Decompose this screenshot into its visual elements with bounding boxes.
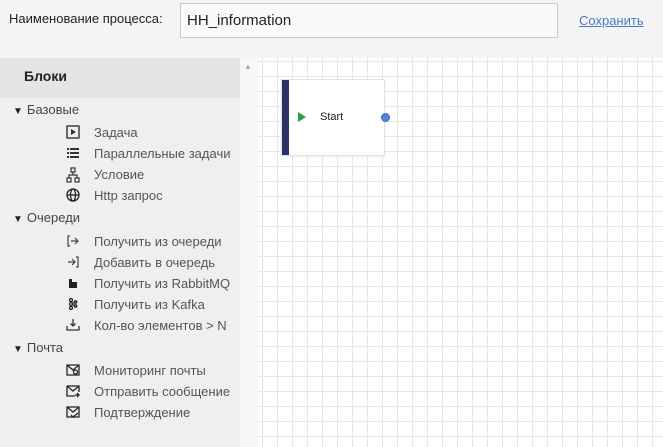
block-item-add-to-queue[interactable]: Добавить в очередь (66, 252, 215, 272)
group-label: Почта (26, 340, 64, 355)
rabbitmq-icon (66, 276, 80, 290)
mail-search-icon (66, 363, 80, 377)
block-item-label: Получить из очереди (94, 233, 222, 249)
block-item-parallel-tasks[interactable]: Параллельные задачи (66, 143, 230, 163)
node-color-bar (282, 80, 289, 155)
globe-icon (66, 188, 80, 202)
sidebar-title: Блоки (24, 68, 67, 84)
output-port[interactable] (381, 113, 390, 122)
kafka-icon (66, 297, 80, 311)
play-icon (298, 112, 306, 122)
sidebar-scrollbar[interactable]: ▲ (240, 58, 258, 447)
count-tray-icon (66, 318, 80, 332)
mail-send-icon (66, 384, 80, 398)
block-item-label: Задача (94, 124, 138, 140)
block-item-get-from-kafka[interactable]: Получить из Kafka (66, 294, 205, 314)
group-label: Базовые (26, 102, 80, 117)
block-item-mail-monitoring[interactable]: Мониторинг почты (66, 360, 206, 380)
play-box-icon (66, 125, 80, 139)
arrow-out-icon (66, 234, 80, 248)
block-item-send-message[interactable]: Отправить сообщение (66, 381, 230, 401)
process-name-label: Наименование процесса: (9, 11, 163, 26)
block-item-label: Получить из Kafka (94, 296, 205, 312)
node-label: Start (320, 111, 344, 123)
block-item-condition[interactable]: Условие (66, 164, 144, 184)
block-item-label: Отправить сообщение (94, 383, 231, 399)
group-queues[interactable]: ▼ Очереди (13, 210, 80, 225)
caret-down-icon[interactable]: ▼ (13, 214, 23, 225)
block-item-label: Добавить в очередь (94, 254, 216, 270)
block-item-http-request[interactable]: Http запрос (66, 185, 163, 205)
block-item-label: Получить из RabbitMQ (94, 275, 231, 291)
block-item-confirmation[interactable]: Подтверждение (66, 402, 190, 422)
start-node[interactable]: Start (281, 79, 390, 156)
mail-check-icon (66, 405, 80, 419)
save-link[interactable]: Сохранить (579, 13, 644, 28)
block-item-get-from-queue[interactable]: Получить из очереди (66, 231, 222, 251)
block-item-label: Мониторинг почты (94, 362, 206, 378)
block-item-label: Условие (94, 166, 145, 182)
caret-down-icon[interactable]: ▼ (13, 344, 23, 355)
scroll-up-arrow-icon[interactable]: ▲ (244, 62, 252, 71)
caret-down-icon[interactable]: ▼ (13, 106, 23, 117)
block-item-label: Параллельные задачи (94, 145, 231, 161)
group-basic[interactable]: ▼ Базовые (13, 102, 79, 117)
process-name-input[interactable] (180, 3, 558, 38)
block-item-label: Http запрос (94, 187, 163, 203)
block-item-task[interactable]: Задача (66, 122, 138, 142)
group-mail[interactable]: ▼ Почта (13, 340, 63, 355)
process-canvas[interactable]: Start (258, 58, 663, 447)
block-item-label: Кол-во элементов > N (94, 317, 227, 333)
block-item-label: Подтверждение (94, 404, 191, 420)
block-item-get-from-rabbitmq[interactable]: Получить из RabbitMQ (66, 273, 230, 293)
blocks-sidebar: Блоки ▲ ▼ Базовые Задача Параллельные зад… (0, 58, 258, 447)
block-item-count-elements[interactable]: Кол-во элементов > N (66, 315, 227, 335)
branch-icon (66, 167, 80, 183)
process-header: Наименование процесса: Сохранить (0, 0, 663, 58)
parallel-list-icon (66, 146, 80, 160)
group-label: Очереди (26, 210, 81, 225)
sidebar-header: Блоки (0, 58, 240, 98)
arrow-in-icon (66, 255, 80, 269)
